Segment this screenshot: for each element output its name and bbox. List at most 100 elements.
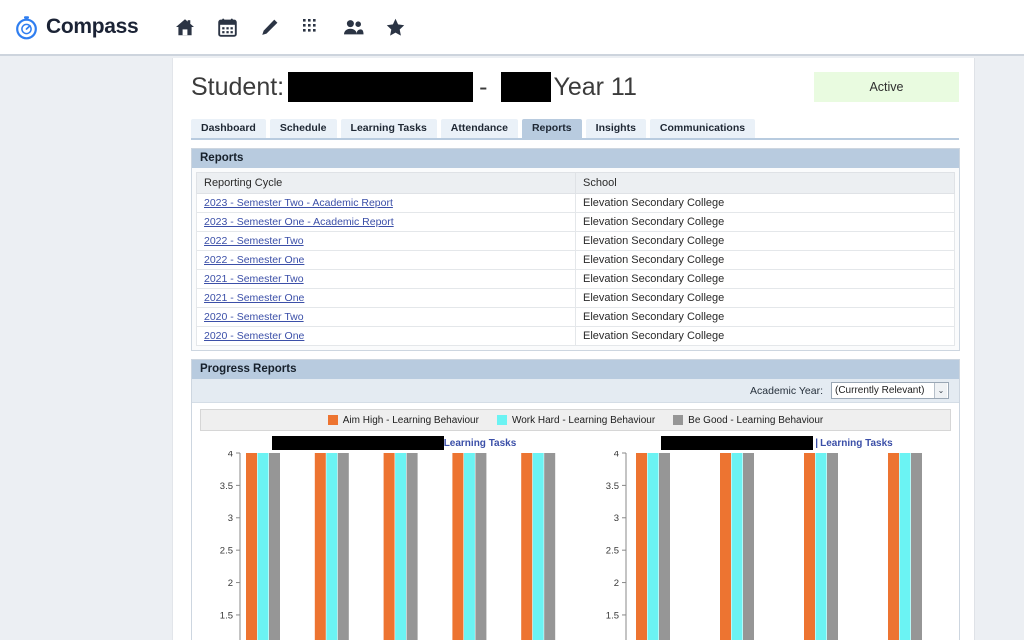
chart-2-title: | Learning Tasks bbox=[588, 435, 966, 451]
chart-1-plot: 11.522.533.54 bbox=[200, 451, 588, 640]
chart-1-title: Learning Tasks bbox=[200, 435, 588, 451]
report-link[interactable]: 2023 - Semester One - Academic Report bbox=[204, 216, 394, 228]
cell-reporting-cycle: 2023 - Semester Two - Academic Report bbox=[196, 193, 576, 213]
cell-school: Elevation Secondary College bbox=[575, 288, 955, 308]
tab-communications[interactable]: Communications bbox=[649, 119, 756, 138]
tab-attendance[interactable]: Attendance bbox=[440, 119, 518, 138]
report-link[interactable]: 2020 - Semester One bbox=[204, 330, 304, 342]
chart-2-learning-tasks-link[interactable]: Learning Tasks bbox=[820, 438, 893, 449]
brand-logo[interactable]: Compass bbox=[14, 15, 139, 40]
column-school: School bbox=[575, 172, 955, 194]
table-row: 2020 - Semester Two Elevation Secondary C… bbox=[196, 307, 955, 327]
bar-chart-svg: 11.522.533.54 bbox=[606, 451, 922, 640]
progress-reports-panel: Progress Reports Academic Year: (Current… bbox=[191, 359, 960, 640]
app-root: Compass Student: - Year 11 Active Dashbo… bbox=[0, 0, 1024, 640]
table-row: 2023 - Semester Two - Academic Report Ele… bbox=[196, 193, 955, 213]
bar-work-hard-learning-behaviour bbox=[395, 453, 407, 640]
bar-aim-high-learning-behaviour bbox=[246, 453, 257, 640]
student-year-level: Year 11 bbox=[553, 72, 637, 101]
reports-table-body: 2023 - Semester Two - Academic Report Ele… bbox=[196, 193, 955, 346]
tab-reports[interactable]: Reports bbox=[521, 119, 582, 138]
bar-aim-high-learning-behaviour bbox=[888, 453, 899, 640]
column-reporting-cycle: Reporting Cycle bbox=[196, 172, 576, 194]
bar-aim-high-learning-behaviour bbox=[314, 453, 326, 640]
tab-dashboard[interactable]: Dashboard bbox=[191, 119, 266, 138]
title-separator: - bbox=[479, 72, 488, 101]
bar-aim-high-learning-behaviour bbox=[452, 453, 464, 640]
reports-panel-title: Reports bbox=[192, 149, 959, 168]
cell-reporting-cycle: 2022 - Semester Two bbox=[196, 231, 576, 251]
grid-apps-icon[interactable] bbox=[290, 7, 332, 47]
student-form-redacted bbox=[501, 72, 552, 102]
compass-stopwatch-icon bbox=[14, 15, 39, 40]
tab-insights[interactable]: Insights bbox=[585, 119, 646, 138]
chart-legend: Aim High - Learning Behaviour Work Hard … bbox=[200, 409, 951, 431]
bar-aim-high-learning-behaviour bbox=[383, 453, 395, 640]
legend-item-work-hard: Work Hard - Learning Behaviour bbox=[496, 415, 655, 426]
bar-work-hard-learning-behaviour bbox=[326, 453, 338, 640]
y-axis-tick-label: 1.5 bbox=[606, 610, 619, 621]
report-link[interactable]: 2022 - Semester One bbox=[204, 254, 304, 266]
bar-work-hard-learning-behaviour bbox=[899, 453, 911, 640]
cell-school: Elevation Secondary College bbox=[575, 250, 955, 270]
legend-item-be-good: Be Good - Learning Behaviour bbox=[673, 415, 823, 426]
cell-school: Elevation Secondary College bbox=[575, 212, 955, 232]
main-content-pane: Student: - Year 11 Active Dashboard Sche… bbox=[172, 58, 975, 640]
bar-work-hard-learning-behaviour bbox=[463, 453, 475, 640]
report-link[interactable]: 2020 - Semester Two bbox=[204, 311, 304, 323]
bar-aim-high-learning-behaviour bbox=[521, 453, 533, 640]
table-row: 2021 - Semester One Elevation Secondary C… bbox=[196, 288, 955, 308]
cell-school: Elevation Secondary College bbox=[575, 231, 955, 251]
bar-aim-high-learning-behaviour bbox=[720, 453, 731, 640]
bar-be-good-learning-behaviour bbox=[659, 453, 670, 640]
charts-area: Aim High - Learning Behaviour Work Hard … bbox=[192, 403, 959, 640]
pencil-icon[interactable] bbox=[248, 7, 290, 47]
report-link[interactable]: 2022 - Semester Two bbox=[204, 235, 304, 247]
bar-work-hard-learning-behaviour bbox=[815, 453, 827, 640]
cell-school: Elevation Secondary College bbox=[575, 326, 955, 346]
reports-panel: Reports Reporting Cycle School 2023 - Se… bbox=[191, 148, 960, 351]
people-icon[interactable] bbox=[332, 7, 374, 47]
progress-chart-2: | Learning Tasks 11.522.533.54 bbox=[588, 435, 966, 640]
chart-1-learning-tasks-link[interactable]: Learning Tasks bbox=[444, 438, 517, 449]
bar-be-good-learning-behaviour bbox=[269, 453, 280, 640]
cell-school: Elevation Secondary College bbox=[575, 269, 955, 289]
legend-label-aim-high: Aim High - Learning Behaviour bbox=[342, 414, 479, 426]
report-link[interactable]: 2023 - Semester Two - Academic Report bbox=[204, 197, 393, 209]
chart-2-title-separator: | bbox=[815, 437, 819, 449]
nav-icon-group bbox=[164, 7, 416, 47]
table-row: 2022 - Semester One Elevation Secondary C… bbox=[196, 250, 955, 270]
report-link[interactable]: 2021 - Semester One bbox=[204, 292, 304, 304]
bar-be-good-learning-behaviour bbox=[406, 453, 418, 640]
table-row: 2020 - Semester One Elevation Secondary C… bbox=[196, 326, 955, 346]
y-axis-tick-label: 3.5 bbox=[606, 481, 619, 492]
calendar-icon[interactable] bbox=[206, 7, 248, 47]
academic-year-value: (Currently Relevant) bbox=[835, 385, 925, 396]
bar-aim-high-learning-behaviour bbox=[636, 453, 647, 640]
academic-year-select[interactable]: (Currently Relevant) ⌄ bbox=[831, 382, 949, 399]
legend-swatch-aim-high bbox=[327, 415, 338, 425]
top-navigation-bar: Compass bbox=[0, 0, 1024, 56]
y-axis-tick-label: 4 bbox=[228, 451, 233, 459]
y-axis-tick-label: 2.5 bbox=[606, 546, 619, 557]
status-badge: Active bbox=[814, 72, 959, 102]
star-icon[interactable] bbox=[374, 7, 416, 47]
cell-school: Elevation Secondary College bbox=[575, 193, 955, 213]
student-name-redacted bbox=[288, 72, 474, 102]
academic-year-label: Academic Year: bbox=[750, 384, 823, 397]
tab-learning-tasks[interactable]: Learning Tasks bbox=[340, 119, 437, 138]
report-link[interactable]: 2021 - Semester Two bbox=[204, 273, 304, 285]
legend-item-aim-high: Aim High - Learning Behaviour bbox=[327, 414, 479, 426]
legend-label-be-good: Be Good - Learning Behaviour bbox=[688, 414, 824, 426]
y-axis-tick-label: 2 bbox=[228, 578, 233, 589]
y-axis-tick-label: 3 bbox=[614, 513, 619, 524]
table-row: 2021 - Semester Two Elevation Secondary C… bbox=[196, 269, 955, 289]
reports-panel-body: Reporting Cycle School 2023 - Semester T… bbox=[192, 168, 959, 350]
cell-school: Elevation Secondary College bbox=[575, 307, 955, 327]
cell-reporting-cycle: 2023 - Semester One - Academic Report bbox=[196, 212, 576, 232]
chart-2-plot: 11.522.533.54 bbox=[588, 451, 966, 640]
progress-chart-1: Learning Tasks 11.522.533.54 bbox=[200, 435, 588, 640]
tab-schedule[interactable]: Schedule bbox=[269, 119, 337, 138]
chart-1-subject-redacted bbox=[271, 436, 444, 450]
home-icon[interactable] bbox=[164, 7, 206, 47]
